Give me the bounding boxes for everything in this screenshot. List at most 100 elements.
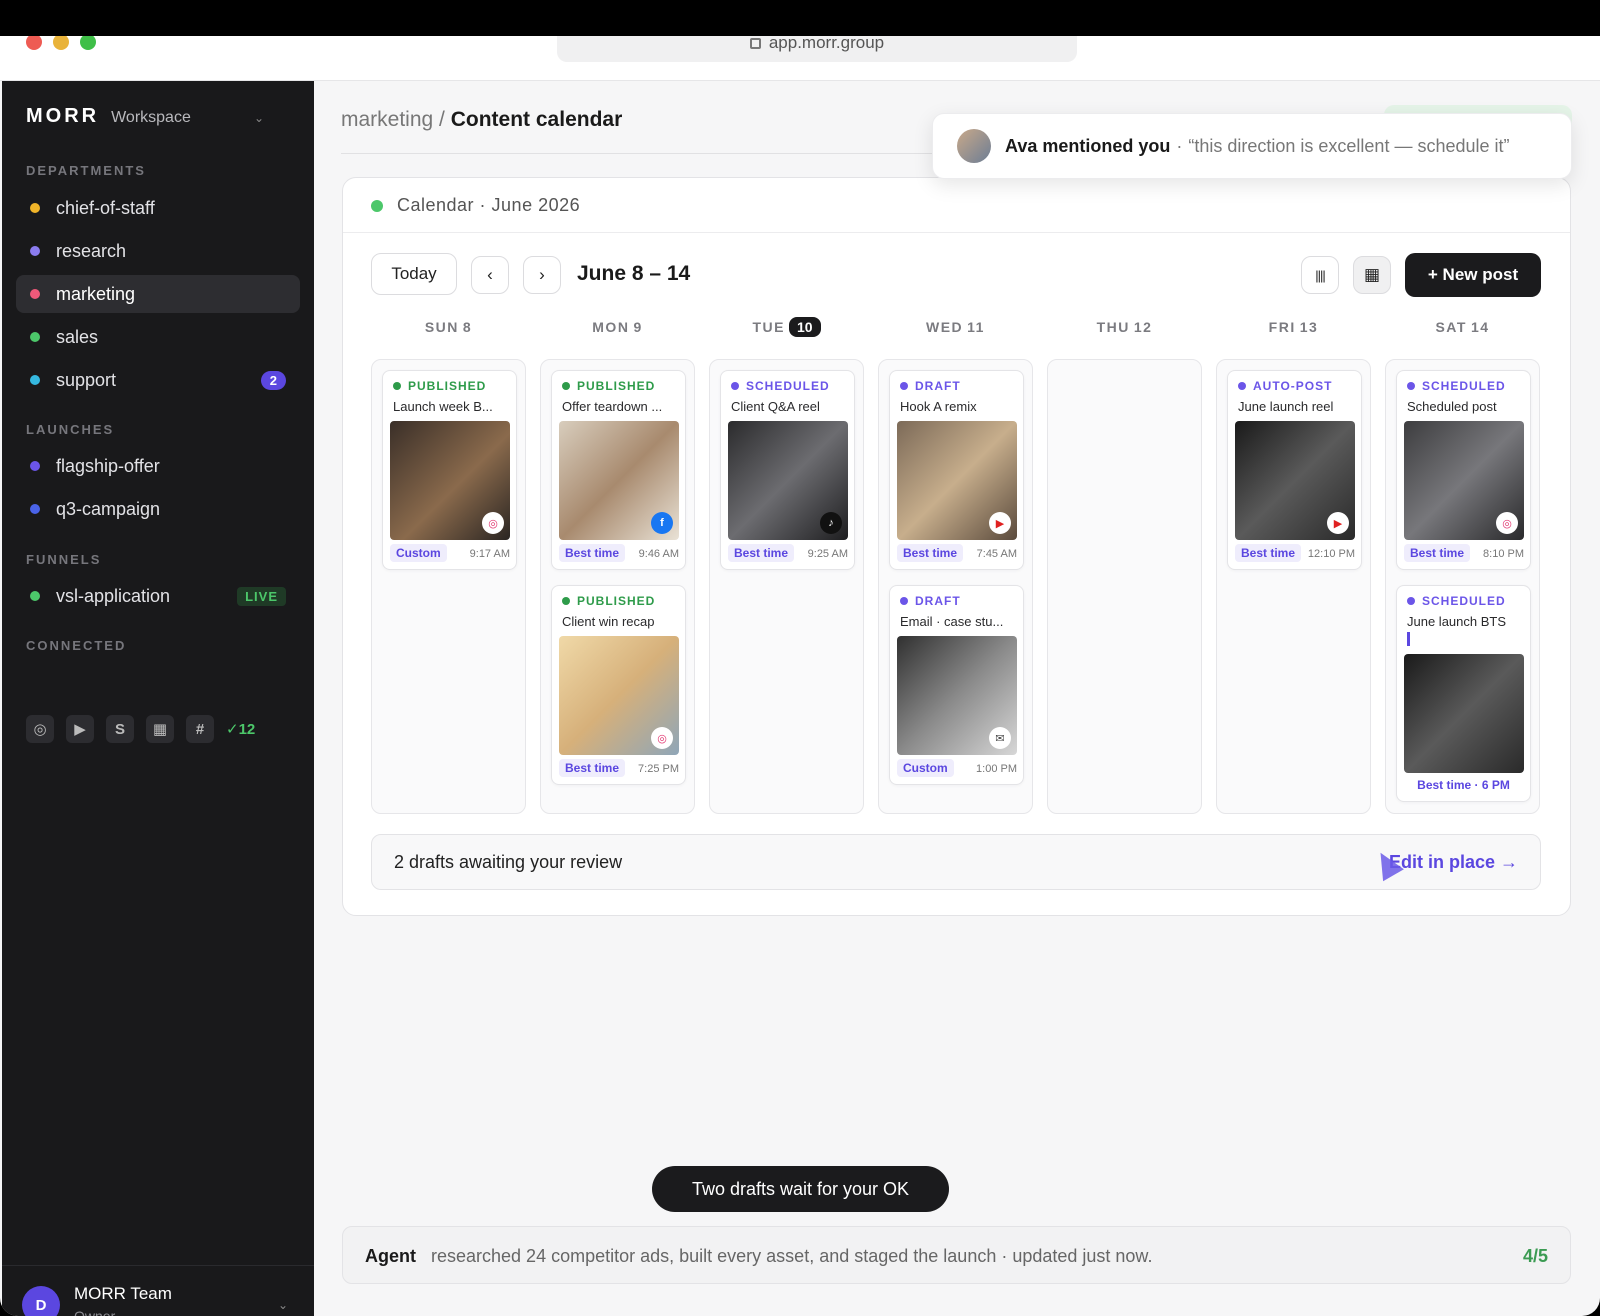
day-number: 9 bbox=[633, 319, 643, 335]
sidebar-item-vsl-application[interactable]: vsl-application LIVE bbox=[16, 577, 300, 615]
prev-week-button[interactable]: ‹ bbox=[471, 256, 509, 294]
facebook-icon: f bbox=[651, 512, 673, 534]
breadcrumb: marketing / Content calendar bbox=[341, 108, 622, 132]
post-time: 1:00 PM bbox=[976, 763, 1017, 775]
post-thumbnail[interactable]: ▶ bbox=[897, 421, 1017, 540]
youtube-icon[interactable]: ▶ bbox=[66, 715, 94, 743]
workspace-switcher[interactable]: MORR Workspace bbox=[26, 105, 191, 128]
sidebar: MORR Workspace ⌄ DEPARTMENTS chief-of-st… bbox=[2, 81, 314, 1316]
day-column[interactable]: PUBLISHED Offer teardown ... f Best time 9:4… bbox=[540, 359, 695, 814]
timing-tag[interactable]: Custom bbox=[897, 759, 954, 777]
day-column[interactable] bbox=[1047, 359, 1202, 814]
timing-tag[interactable]: Best time bbox=[559, 759, 626, 777]
post-thumbnail[interactable]: f bbox=[559, 421, 679, 540]
chevron-down-icon[interactable]: ⌄ bbox=[278, 1298, 288, 1312]
post-card[interactable]: PUBLISHED Offer teardown ... f Best time 9:4… bbox=[551, 370, 686, 570]
post-time: 8:10 PM bbox=[1483, 548, 1524, 560]
status-dot bbox=[900, 382, 908, 390]
timing-tag[interactable]: Best time bbox=[1404, 544, 1471, 562]
sidebar-item-chief-of-staff[interactable]: chief-of-staff bbox=[16, 189, 300, 227]
url-bar[interactable]: app.morr.group bbox=[557, 36, 1077, 62]
day-column[interactable]: SCHEDULED Client Q&A reel ♪ Best time 9:25 A… bbox=[709, 359, 864, 814]
timing-tag[interactable]: Best time bbox=[728, 544, 795, 562]
instagram-icon: ◎ bbox=[1496, 512, 1518, 534]
post-time: 9:46 AM bbox=[638, 548, 679, 560]
post-status: AUTO-POST bbox=[1238, 379, 1332, 393]
instagram-icon[interactable]: ◎ bbox=[26, 715, 54, 743]
post-thumbnail[interactable]: ◎ bbox=[1404, 421, 1524, 540]
drafts-banner: 2 drafts awaiting your review Edit in pl… bbox=[371, 834, 1541, 890]
day-number: 12 bbox=[1133, 319, 1153, 335]
workspace-label: Workspace bbox=[111, 109, 191, 126]
post-title: Launch week B... bbox=[393, 399, 493, 414]
day-header: WED 11 bbox=[878, 319, 1033, 335]
timing-tag[interactable]: Custom bbox=[390, 544, 447, 562]
breadcrumb-separator: / bbox=[439, 108, 445, 131]
minimize-window-button[interactable] bbox=[53, 36, 69, 50]
post-thumbnail[interactable]: ✉ bbox=[897, 636, 1017, 755]
post-card[interactable]: DRAFT Hook A remix ▶ Best time 7:45 AM bbox=[889, 370, 1024, 570]
section-funnels: FUNNELS bbox=[26, 552, 102, 567]
edit-in-place-link[interactable]: Edit in place → bbox=[1389, 852, 1518, 873]
post-card[interactable]: DRAFT Email · case stu... ✉ Custom 1:00 PM bbox=[889, 585, 1024, 785]
instagram-icon: ◎ bbox=[651, 727, 673, 749]
sidebar-item-marketing[interactable]: marketing bbox=[16, 275, 300, 313]
day-column[interactable]: AUTO-POST June launch reel ▶ Best time 12:10… bbox=[1216, 359, 1371, 814]
timing-tag[interactable]: Best time bbox=[897, 544, 964, 562]
post-status: DRAFT bbox=[900, 594, 961, 608]
sidebar-item-q3-campaign[interactable]: q3-campaign bbox=[16, 490, 300, 528]
user-menu[interactable]: D MORR Team Owner ⌄ bbox=[2, 1265, 314, 1316]
week-view-icon[interactable]: |||| bbox=[1301, 256, 1339, 294]
grid-view-icon[interactable]: ▦ bbox=[1353, 256, 1391, 294]
sidebar-item-sales[interactable]: sales bbox=[16, 318, 300, 356]
post-status: SCHEDULED bbox=[731, 379, 830, 393]
today-button[interactable]: Today bbox=[371, 253, 457, 295]
sidebar-item-label: research bbox=[56, 240, 127, 261]
agent-message: researched 24 competitor ads, built ever… bbox=[431, 1246, 1153, 1266]
breadcrumb-parent[interactable]: marketing bbox=[341, 108, 433, 131]
avatar: D bbox=[22, 1286, 60, 1316]
next-week-button[interactable]: › bbox=[523, 256, 561, 294]
day-name: THU bbox=[1096, 319, 1130, 335]
stripe-icon[interactable]: S bbox=[106, 715, 134, 743]
post-thumbnail[interactable]: ◎ bbox=[559, 636, 679, 755]
timing-tag[interactable]: Best time bbox=[559, 544, 626, 562]
notion-icon[interactable]: ▦ bbox=[146, 715, 174, 743]
section-launches: LAUNCHES bbox=[26, 422, 115, 437]
status-dot bbox=[562, 382, 570, 390]
post-card[interactable]: PUBLISHED Client win recap ◎ Best time 7:25 … bbox=[551, 585, 686, 785]
day-column[interactable]: SCHEDULED Scheduled post ◎ Best time 8:10 PM… bbox=[1385, 359, 1540, 814]
status-dot bbox=[30, 203, 40, 213]
post-title: Client win recap bbox=[562, 614, 655, 629]
timing-tag[interactable]: Best time · 6 PM bbox=[1411, 776, 1516, 794]
slack-icon[interactable]: # bbox=[186, 715, 214, 743]
status-dot bbox=[371, 200, 383, 212]
post-thumbnail[interactable]: ◎ bbox=[390, 421, 510, 540]
post-thumbnail[interactable]: ▶ bbox=[1235, 421, 1355, 540]
post-card[interactable]: SCHEDULED June launch BTS Best time · 6 PM bbox=[1396, 585, 1531, 802]
status-dot bbox=[30, 375, 40, 385]
new-post-button[interactable]: + New post bbox=[1405, 253, 1541, 297]
maximize-window-button[interactable] bbox=[80, 36, 96, 50]
sidebar-item-flagship-offer[interactable]: flagship-offer bbox=[16, 447, 300, 485]
drafts-text: 2 drafts awaiting your review bbox=[394, 852, 623, 872]
close-window-button[interactable] bbox=[26, 36, 42, 50]
post-thumbnail[interactable] bbox=[1404, 654, 1524, 773]
post-card[interactable]: PUBLISHED Launch week B... ◎ Custom 9:17 AM bbox=[382, 370, 517, 570]
post-thumbnail[interactable]: ♪ bbox=[728, 421, 848, 540]
status-label: AUTO-POST bbox=[1253, 379, 1333, 393]
post-title: Offer teardown ... bbox=[562, 399, 663, 414]
mention-toast[interactable]: Ava mentioned you · “this direction is e… bbox=[932, 113, 1572, 179]
sidebar-item-research[interactable]: research bbox=[16, 232, 300, 270]
post-card[interactable]: SCHEDULED Client Q&A reel ♪ Best time 9:25 A… bbox=[720, 370, 855, 570]
chevron-down-icon[interactable]: ⌄ bbox=[254, 111, 264, 125]
sidebar-item-support[interactable]: support 2 bbox=[16, 361, 300, 399]
post-card[interactable]: SCHEDULED Scheduled post ◎ Best time 8:10 PM bbox=[1396, 370, 1531, 570]
agent-progress: 4/5 bbox=[1522, 1246, 1548, 1266]
day-column[interactable]: PUBLISHED Launch week B... ◎ Custom 9:17 AM bbox=[371, 359, 526, 814]
post-time: 7:25 PM bbox=[638, 763, 679, 775]
timing-tag[interactable]: Best time bbox=[1235, 544, 1302, 562]
day-column[interactable]: DRAFT Hook A remix ▶ Best time 7:45 AM DRAFT E… bbox=[878, 359, 1033, 814]
post-card[interactable]: AUTO-POST June launch reel ▶ Best time 12:10… bbox=[1227, 370, 1362, 570]
drafts-toast[interactable]: Two drafts wait for your OK bbox=[652, 1166, 949, 1212]
